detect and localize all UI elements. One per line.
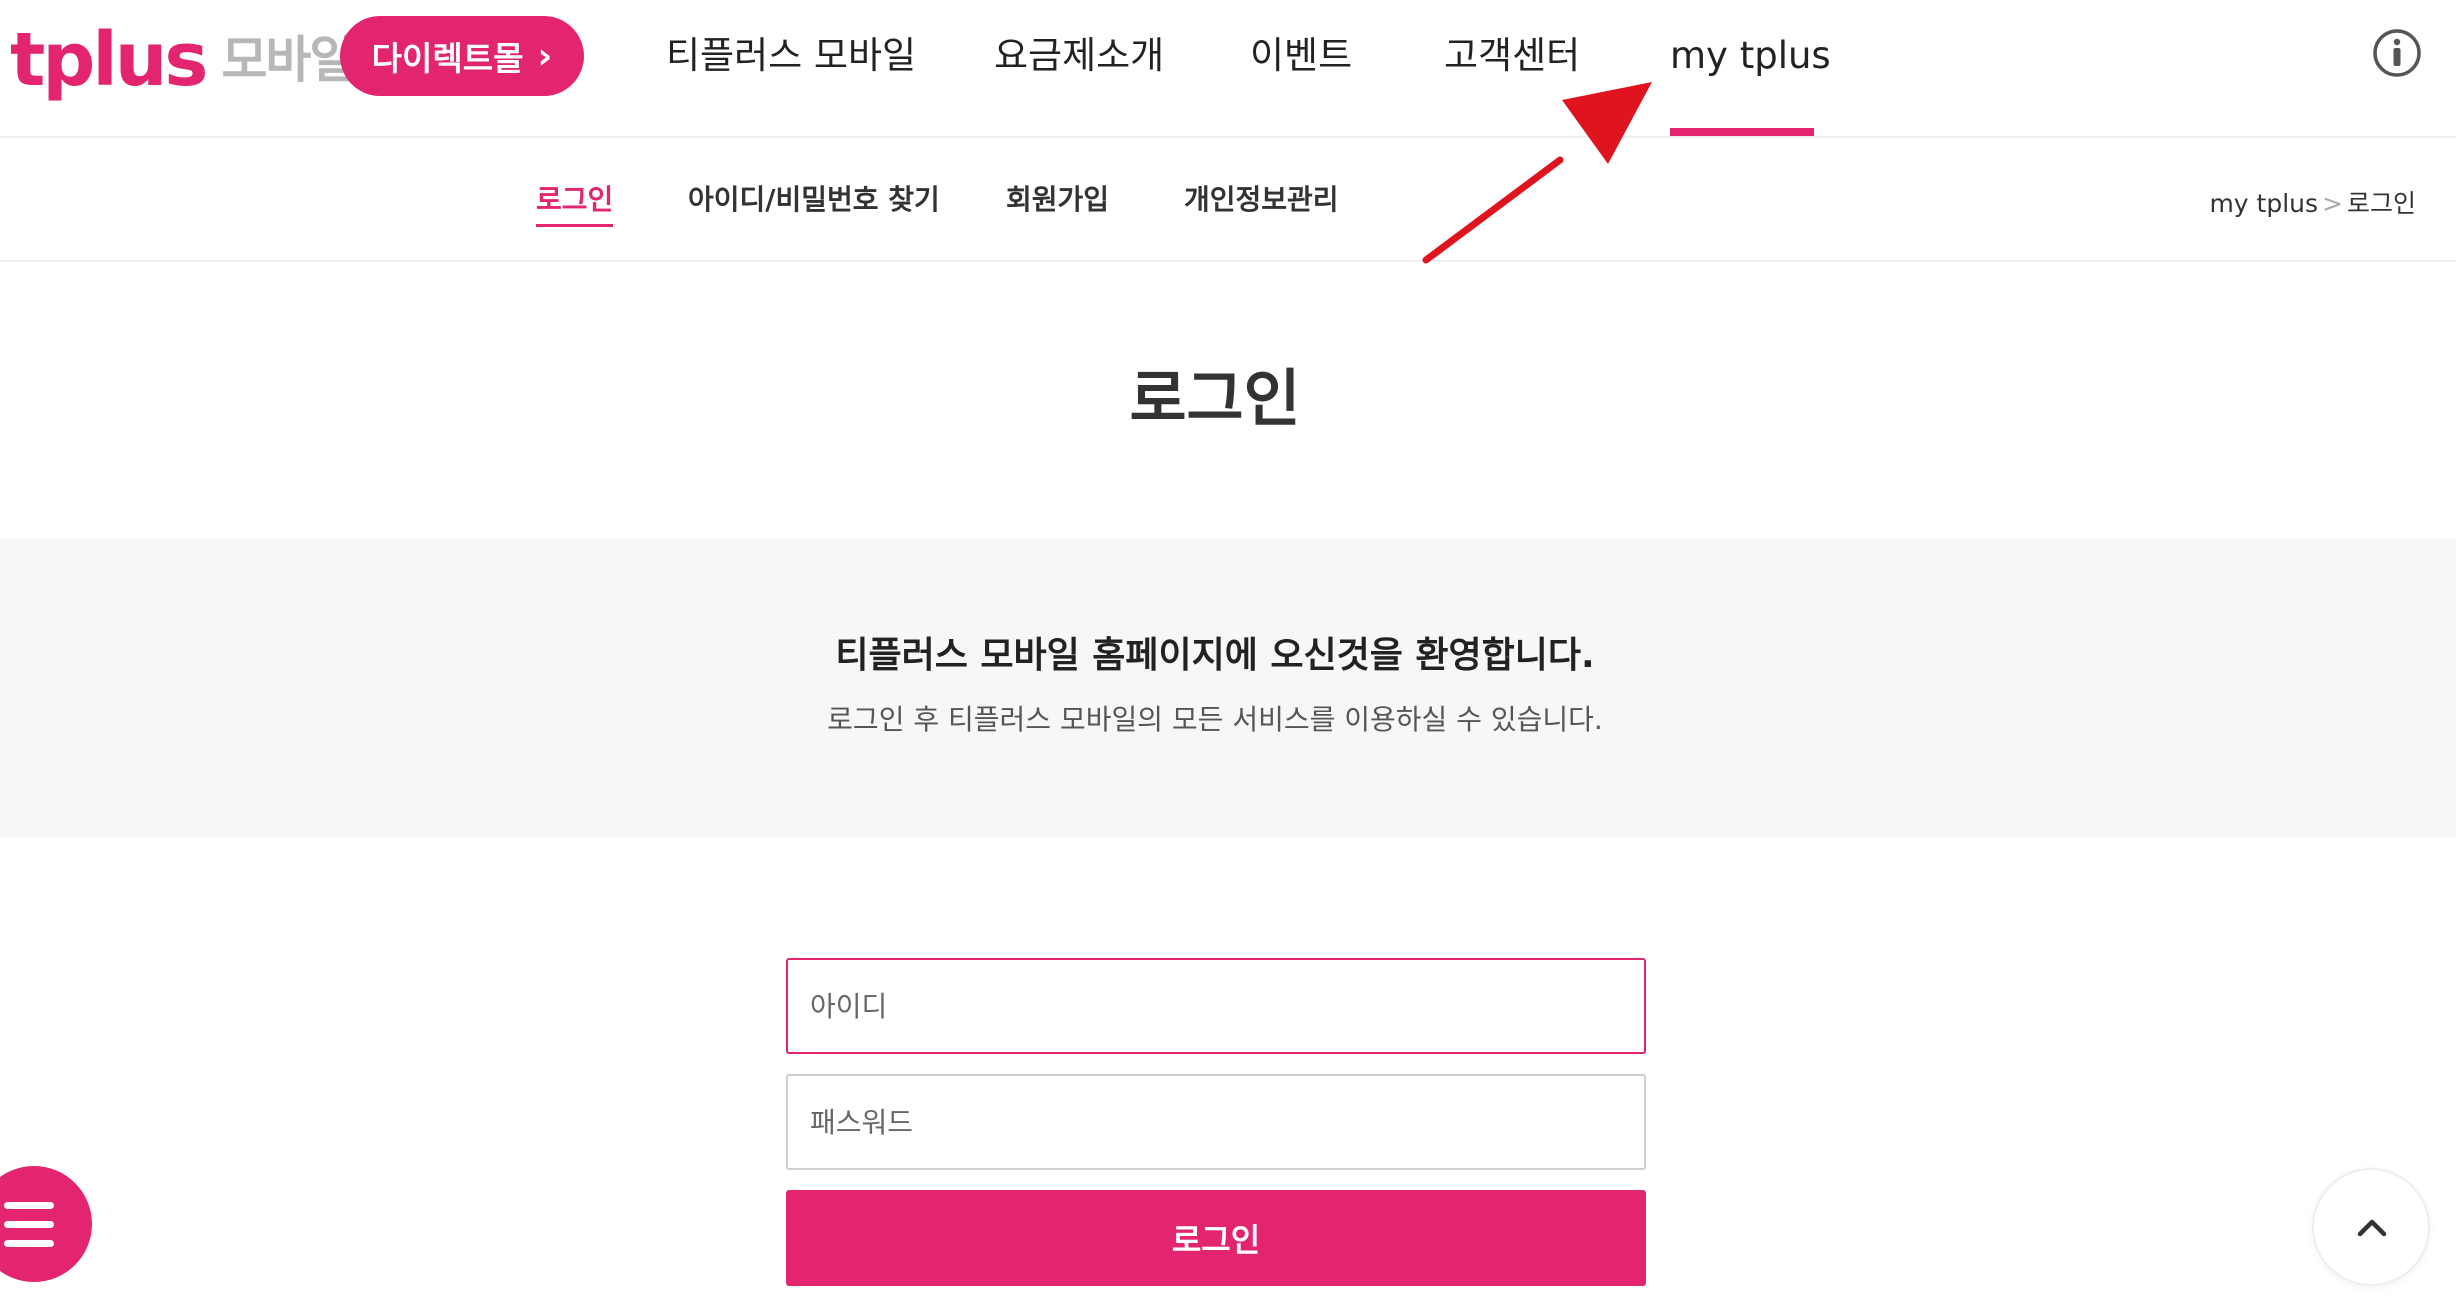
password-input[interactable] [786,1074,1646,1170]
chevron-right-icon: › [537,35,553,77]
gnb-item-customer-center[interactable]: 고객센터 [1444,26,1580,86]
global-header: tplus 모바일 다이렉트몰 › 티플러스 모바일 요금제소개 이벤트 고객센… [0,0,2456,138]
sub-navigation: 로그인 아이디/비밀번호 찾기 회원가입 개인정보관리 my tplus > 로그인 [0,138,2456,262]
logo-brand-text: tplus [10,17,208,103]
direct-mall-button[interactable]: 다이렉트몰 › [340,16,584,96]
chevron-up-icon [2357,1219,2387,1237]
gnb-item-tplus-mobile[interactable]: 티플러스 모바일 [666,26,916,86]
subnav-item-find-id-password[interactable]: 아이디/비밀번호 찾기 [688,178,940,218]
welcome-subtitle: 로그인 후 티플러스 모바일의 모든 서비스를 이용하실 수 있습니다. [827,703,1603,736]
logo-suffix-text: 모바일 [221,31,355,89]
user-id-input[interactable] [786,958,1646,1054]
gnb-item-plans[interactable]: 요금제소개 [994,26,1164,86]
breadcrumb-separator: > [2322,189,2343,218]
page-title: 로그인 [1129,362,1301,435]
gnb-item-my-tplus[interactable]: my tplus [1670,26,1831,86]
direct-mall-label: 다이렉트몰 [371,39,524,78]
scroll-to-top-button[interactable] [2312,1168,2430,1286]
tplus-mobile-logo[interactable]: tplus 모바일 [10,17,355,103]
subnav-item-signup[interactable]: 회원가입 [1006,178,1109,218]
welcome-banner: 티플러스 모바일 홈페이지에 오신것을 환영합니다. 로그인 후 티플러스 모바… [0,538,2456,838]
breadcrumb-parent[interactable]: my tplus [2209,189,2318,218]
subnav-item-login[interactable]: 로그인 [536,178,614,227]
login-submit-button[interactable]: 로그인 [786,1190,1646,1286]
gnb-item-events[interactable]: 이벤트 [1250,26,1352,86]
gnb-active-indicator [1670,128,1814,136]
info-circle-icon[interactable] [2372,28,2422,78]
breadcrumb: my tplus > 로그인 [2209,184,2416,220]
welcome-title: 티플러스 모바일 홈페이지에 오신것을 환영합니다. [835,635,1595,676]
breadcrumb-current: 로그인 [2346,189,2416,218]
subnav-item-privacy-management[interactable]: 개인정보관리 [1184,178,1339,218]
hamburger-menu-icon[interactable] [0,1166,92,1282]
